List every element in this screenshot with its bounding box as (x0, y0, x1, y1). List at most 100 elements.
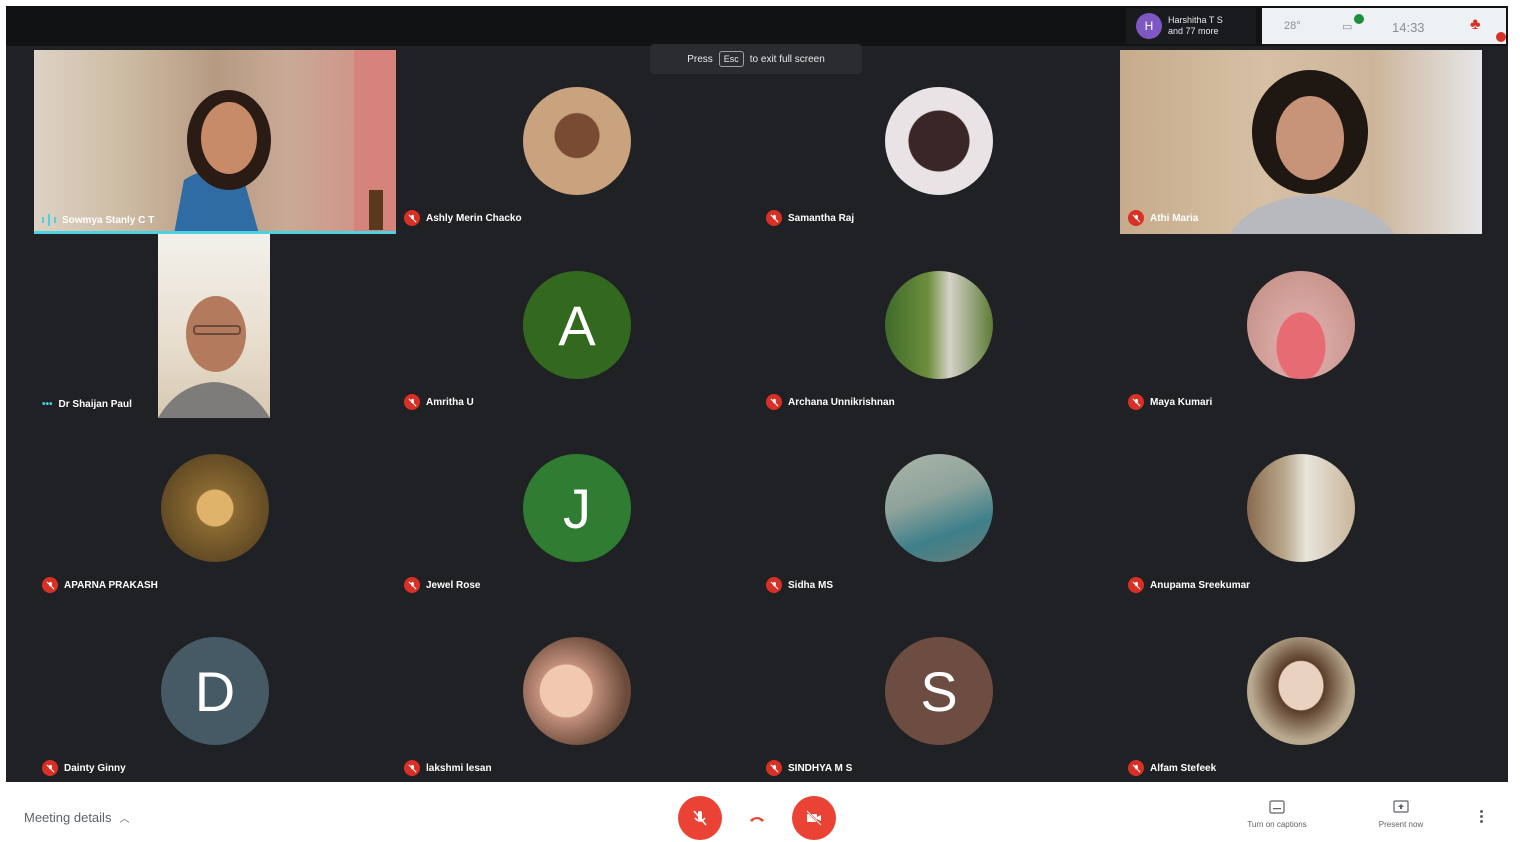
mic-off-icon (766, 394, 782, 410)
participant-name: Maya Kumari (1150, 396, 1213, 408)
mic-off-icon (404, 577, 420, 593)
participant-name-row: Alfam Stefeek (1128, 760, 1216, 776)
person-video-silhouette (174, 50, 396, 234)
participant-tile[interactable]: Sidha MS (758, 417, 1120, 601)
participant-tile[interactable]: ••• Dr Shaijan Paul (34, 234, 396, 418)
avatar-letter: S (920, 659, 958, 723)
mic-off-icon (766, 577, 782, 593)
camera-toggle-button[interactable] (792, 796, 836, 840)
mic-off-icon (404, 210, 420, 226)
profile-photo (1247, 454, 1355, 562)
profile-photo (161, 454, 269, 562)
profile-photo (523, 637, 631, 745)
video-feed (1120, 50, 1482, 234)
participant-tile[interactable]: Ashly Merin Chacko (396, 50, 758, 234)
participant-name-row: Athi Maria (1128, 210, 1198, 226)
present-label: Present now (1378, 820, 1424, 829)
notification-badge (1496, 32, 1506, 42)
avatar-letter: A (558, 293, 596, 357)
mic-off-icon (1128, 210, 1144, 226)
participant-name: Archana Unnikrishnan (788, 396, 895, 408)
avatar-letter: J (563, 476, 591, 540)
letter-avatar: A (523, 271, 631, 379)
meeting-stage: H Harshitha T S and 77 more 28° ▭ 14:33 … (6, 6, 1508, 782)
mic-off-icon (404, 394, 420, 410)
participant-tile[interactable]: Athi Maria (1120, 50, 1482, 234)
participant-name: Alfam Stefeek (1150, 762, 1217, 774)
speaking-indicator-icon (42, 214, 56, 226)
mic-off-icon (404, 760, 420, 776)
chevron-up-icon: ︿ (119, 814, 130, 825)
profile-photo (1247, 637, 1355, 745)
mic-off-icon (1128, 577, 1144, 593)
call-controls-bar: Meeting details ︿ Turn on captions Prese… (0, 782, 1520, 842)
letter-avatar: D (161, 637, 269, 745)
present-screen-icon (1393, 800, 1409, 813)
participant-tile[interactable]: Sowmya Stanly C T (34, 50, 396, 234)
weather-temp: 28° (1284, 20, 1301, 32)
participant-tile[interactable]: Anupama Sreekumar (1120, 417, 1482, 601)
participant-name-row: Dainty Ginny (42, 760, 126, 776)
participant-name-row: Sowmya Stanly C T (42, 214, 154, 226)
participant-name: Athi Maria (1150, 212, 1199, 224)
present-now-button[interactable]: Present now (1356, 800, 1446, 829)
presence-indicator[interactable]: H Harshitha T S and 77 more (1126, 8, 1256, 44)
presence-line2: and 77 more (1168, 26, 1219, 36)
participant-tile[interactable]: lakshmi lesan (396, 600, 758, 782)
participant-tile[interactable]: Samantha Raj (758, 50, 1120, 234)
participant-tile[interactable]: J Jewel Rose (396, 417, 758, 601)
letter-avatar: J (523, 454, 631, 562)
participant-name-row: SINDHYA M S (766, 760, 852, 776)
profile-photo (523, 87, 631, 195)
clock: 14:33 (1392, 20, 1425, 35)
participant-name-row: Samantha Raj (766, 210, 854, 226)
participant-name: Dainty Ginny (64, 762, 126, 774)
person-video-silhouette (1230, 70, 1395, 234)
participant-tile[interactable]: Maya Kumari (1120, 234, 1482, 418)
participant-tile[interactable]: D Dainty Ginny (34, 600, 396, 782)
participant-tile[interactable]: A Amritha U (396, 234, 758, 418)
hang-up-icon (750, 817, 764, 822)
presence-line1: Harshitha T S (1168, 15, 1223, 25)
mic-off-icon (693, 810, 707, 826)
participant-name-row: Amritha U (404, 394, 474, 410)
participant-name: Sowmya Stanly C T (62, 214, 155, 226)
letter-avatar: S (885, 637, 993, 745)
camera-off-icon (806, 810, 822, 826)
participant-tile[interactable]: S SINDHYA M S (758, 600, 1120, 782)
captions-icon (1269, 800, 1285, 814)
profile-photo (885, 271, 993, 379)
mic-off-icon (766, 760, 782, 776)
participant-name-row: Maya Kumari (1128, 394, 1212, 410)
participant-name: SINDHYA M S (788, 762, 853, 774)
participant-name: Sidha MS (788, 579, 834, 591)
participant-name-row: APARNA PRAKASH (42, 577, 158, 593)
person-video-silhouette (158, 296, 270, 418)
mic-off-icon (42, 577, 58, 593)
video-feed (34, 50, 396, 234)
participant-name: Jewel Rose (426, 579, 481, 591)
meeting-details-button[interactable]: Meeting details ︿ (24, 810, 129, 825)
captions-button[interactable]: Turn on captions (1232, 800, 1322, 829)
participant-name-row: ••• Dr Shaijan Paul (42, 399, 132, 410)
notification-icon[interactable]: ♣ (1470, 16, 1481, 34)
leave-call-button[interactable] (735, 796, 779, 840)
participant-tile[interactable]: Archana Unnikrishnan (758, 234, 1120, 418)
presence-text: Harshitha T S and 77 more (1168, 15, 1223, 37)
mic-toggle-button[interactable] (678, 796, 722, 840)
avatar: H (1136, 13, 1162, 39)
participant-name: Samantha Raj (788, 212, 855, 224)
chat-badge (1354, 14, 1364, 24)
chat-icon[interactable]: ▭ (1342, 20, 1352, 33)
participant-name: Anupama Sreekumar (1150, 579, 1251, 591)
participant-name: APARNA PRAKASH (64, 579, 158, 591)
video-feed (158, 234, 270, 418)
participant-tile[interactable]: APARNA PRAKASH (34, 417, 396, 601)
participant-name: Amritha U (426, 396, 474, 408)
mic-off-icon (766, 210, 782, 226)
profile-photo (1247, 271, 1355, 379)
participant-tile[interactable]: Alfam Stefeek (1120, 600, 1482, 782)
more-options-button[interactable] (1478, 808, 1484, 825)
meeting-details-label: Meeting details (24, 810, 112, 825)
captions-label: Turn on captions (1247, 820, 1307, 829)
